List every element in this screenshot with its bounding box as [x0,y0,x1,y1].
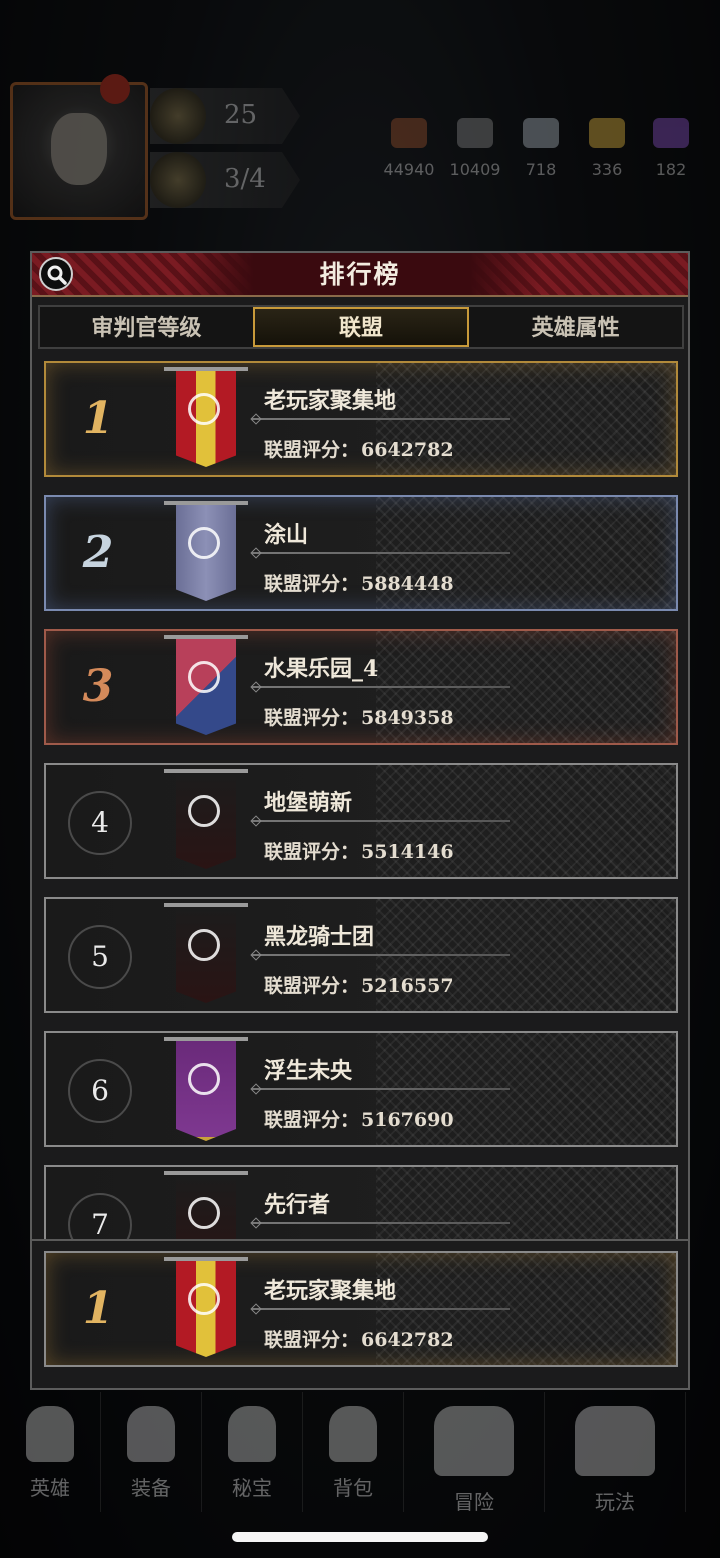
level-display[interactable]: 25 [150,88,300,144]
tab-hero-attributes[interactable]: 英雄属性 [469,307,682,347]
list-item[interactable]: 6 浮生未央 联盟评分： 5167690 [44,1031,678,1147]
alliance-score: 联盟评分： 5514146 [264,841,454,863]
resource-wood[interactable]: 44940 [374,118,444,179]
rank-number: 4 [68,791,132,855]
alliance-banner-icon [176,505,236,601]
leaderboard-panel: 排行榜 审判官等级 联盟 英雄属性 1 老玩家聚集地 联盟评分： 6642782 … [30,251,690,1390]
bottom-navigation: 英雄 装备 秘宝 背包 冒险 玩法 [0,1392,720,1514]
search-icon [47,265,67,285]
rank-number: 7 [68,1193,132,1241]
alliance-name: 浮生未央 [264,1058,353,1084]
alliance-banner-icon [176,1261,236,1357]
energy-display[interactable]: 3/4 [150,152,300,208]
list-item[interactable]: 5 黑龙骑士团 联盟评分： 5216557 [44,897,678,1013]
rank-number: 1 [82,1283,114,1334]
resource-crystal[interactable]: 182 [636,118,706,179]
tab-alliance[interactable]: 联盟 [252,307,470,347]
sword-icon [127,1406,175,1462]
nav-gameplay[interactable]: 玩法 [545,1392,686,1514]
rank-number: 6 [68,1059,132,1123]
panel-title: 排行榜 [319,260,401,289]
alliance-score: 联盟评分： 5884448 [264,573,454,595]
alliance-name: 涂山 [264,522,309,548]
alliance-banner-icon [176,1175,236,1241]
rank-number: 3 [82,661,114,712]
medal-icon [150,152,206,208]
resource-ore[interactable]: 10409 [440,118,510,179]
alliance-score: 联盟评分： 5216557 [264,975,454,997]
alliance-banner-icon [176,639,236,735]
hero-icon [26,1406,74,1462]
rank-number: 2 [82,527,114,578]
nav-equipment[interactable]: 装备 [101,1392,202,1512]
alliance-score: 联盟评分： 5849358 [264,707,454,729]
rank-number: 1 [82,393,114,444]
compass-icon [150,88,206,144]
nav-heroes[interactable]: 英雄 [0,1392,101,1512]
level-value: 25 [224,100,258,130]
alliance-score: 联盟评分： 6642782 [264,1329,454,1351]
alliance-banner-icon [176,907,236,1003]
iron-icon [523,118,559,148]
alliance-name: 老玩家聚集地 [264,1278,397,1304]
player-avatar[interactable] [10,82,148,220]
alliance-score: 联盟评分： 5167690 [264,1109,454,1131]
alliance-name: 先行者 [264,1192,331,1218]
alliance-name: 老玩家聚集地 [264,388,397,414]
my-alliance-row[interactable]: 1 老玩家聚集地 联盟评分： 6642782 [44,1251,678,1367]
list-item[interactable]: 1 老玩家聚集地 联盟评分： 6642782 [44,361,678,477]
list-item[interactable]: 4 地堡萌新 联盟评分： 5514146 [44,763,678,879]
rank-number: 5 [68,925,132,989]
list-item[interactable]: 7 先行者 联盟评分：4001179 [44,1165,678,1241]
crystal-icon [653,118,689,148]
alliance-banner-icon [176,1041,236,1141]
home-indicator[interactable] [232,1532,488,1542]
search-button[interactable] [39,257,73,291]
nav-treasure[interactable]: 秘宝 [202,1392,303,1512]
crossed-swords-icon [434,1406,514,1476]
panel-title-bar: 排行榜 [32,253,688,297]
chalice-icon [228,1406,276,1462]
list-item[interactable]: 2 涂山 联盟评分： 5884448 [44,495,678,611]
top-hud: 25 3/4 44940 10409 718 336 182 [0,0,720,240]
tab-inquisitor-level[interactable]: 审判官等级 [40,307,253,347]
gold-icon [589,118,625,148]
alliance-banner-icon [176,773,236,869]
ore-icon [457,118,493,148]
ranking-list[interactable]: 1 老玩家聚集地 联盟评分： 6642782 2 涂山 联盟评分： 5884448 … [44,361,680,1241]
tab-bar: 审判官等级 联盟 英雄属性 [38,305,684,349]
list-item[interactable]: 3 水果乐园_4 联盟评分： 5849358 [44,629,678,745]
nav-adventure[interactable]: 冒险 [404,1392,545,1514]
bag-icon [329,1406,377,1462]
resource-gold[interactable]: 336 [572,118,642,179]
alliance-name: 黑龙骑士团 [264,924,375,950]
alliance-score: 联盟评分： 6642782 [264,439,454,461]
nav-bag[interactable]: 背包 [303,1392,404,1512]
wood-icon [391,118,427,148]
gate-icon [575,1406,655,1476]
alliance-banner-icon [176,371,236,467]
notification-badge [100,74,130,104]
alliance-name: 水果乐园_4 [264,656,379,682]
alliance-name: 地堡萌新 [264,790,353,816]
resource-iron[interactable]: 718 [506,118,576,179]
energy-value: 3/4 [224,164,266,194]
